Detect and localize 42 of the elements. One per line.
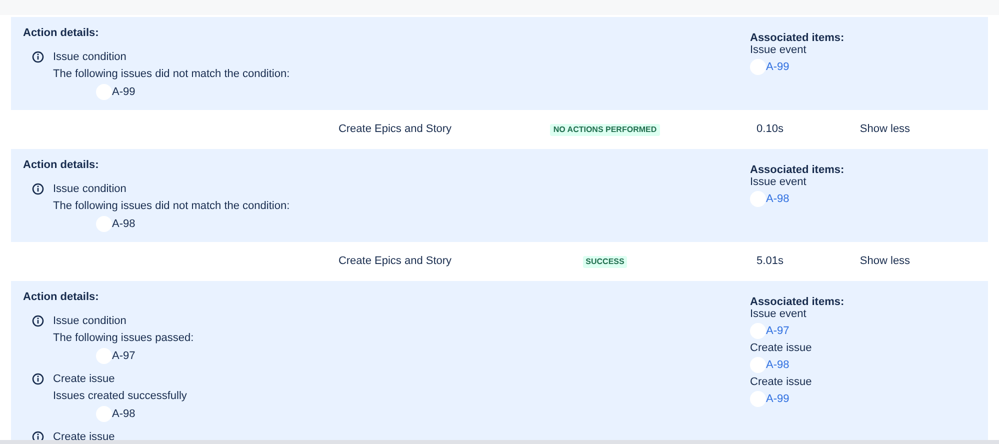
action-title: Issue condition	[53, 50, 128, 64]
item-type: Create issue	[750, 342, 813, 354]
item-type: Issue event	[750, 308, 808, 320]
rule-name: Create Epics and Story	[337, 122, 453, 138]
action-title: Create issue	[53, 430, 115, 440]
issue-key: A-98	[112, 216, 136, 232]
info-icon	[32, 51, 44, 63]
status-lozenge: SUCCESS	[582, 256, 628, 268]
item-type: Create issue	[750, 376, 813, 388]
action-message: The following issues did not match the condition:	[53, 199, 290, 213]
duration: 5.01s	[756, 254, 784, 270]
action-message: The following issues passed:	[53, 331, 194, 345]
issue-key: A-99	[112, 84, 136, 100]
section-heading: Associated items:	[750, 32, 846, 44]
info-icon	[32, 431, 44, 440]
action-title: Create issue	[53, 372, 116, 386]
action-title: Issue condition	[53, 314, 128, 328]
section-heading: Action details:	[23, 158, 100, 172]
section-heading: Associated items:	[750, 296, 846, 308]
duration: 0.10s	[756, 122, 784, 138]
issue-link[interactable]: A-98	[766, 357, 790, 373]
item-type: Issue event	[750, 176, 808, 188]
section-heading: Associated items:	[750, 164, 846, 176]
action-title: Issue condition	[53, 182, 128, 196]
section-heading: Action details:	[23, 290, 100, 304]
show-less-button[interactable]: Show less	[830, 253, 940, 270]
show-less-button[interactable]: Show less	[830, 121, 940, 138]
action-message: Issues created successfully	[53, 389, 187, 403]
action-message: The following issues did not match the condition:	[53, 67, 290, 81]
section-heading: Action details:	[23, 26, 100, 40]
info-icon	[32, 183, 44, 195]
issue-link[interactable]: A-97	[766, 323, 790, 339]
status-lozenge: NO ACTIONS PERFORMED	[550, 124, 660, 136]
issue-link[interactable]: A-99	[766, 59, 790, 75]
info-icon	[32, 315, 44, 327]
issue-key: A-98	[112, 406, 136, 422]
item-type: Issue event	[750, 44, 808, 56]
rule-name: Create Epics and Story	[337, 254, 453, 270]
issue-link[interactable]: A-99	[766, 391, 790, 407]
issue-link[interactable]: A-98	[766, 191, 790, 207]
issue-key: A-97	[112, 348, 136, 364]
info-icon	[32, 373, 44, 385]
